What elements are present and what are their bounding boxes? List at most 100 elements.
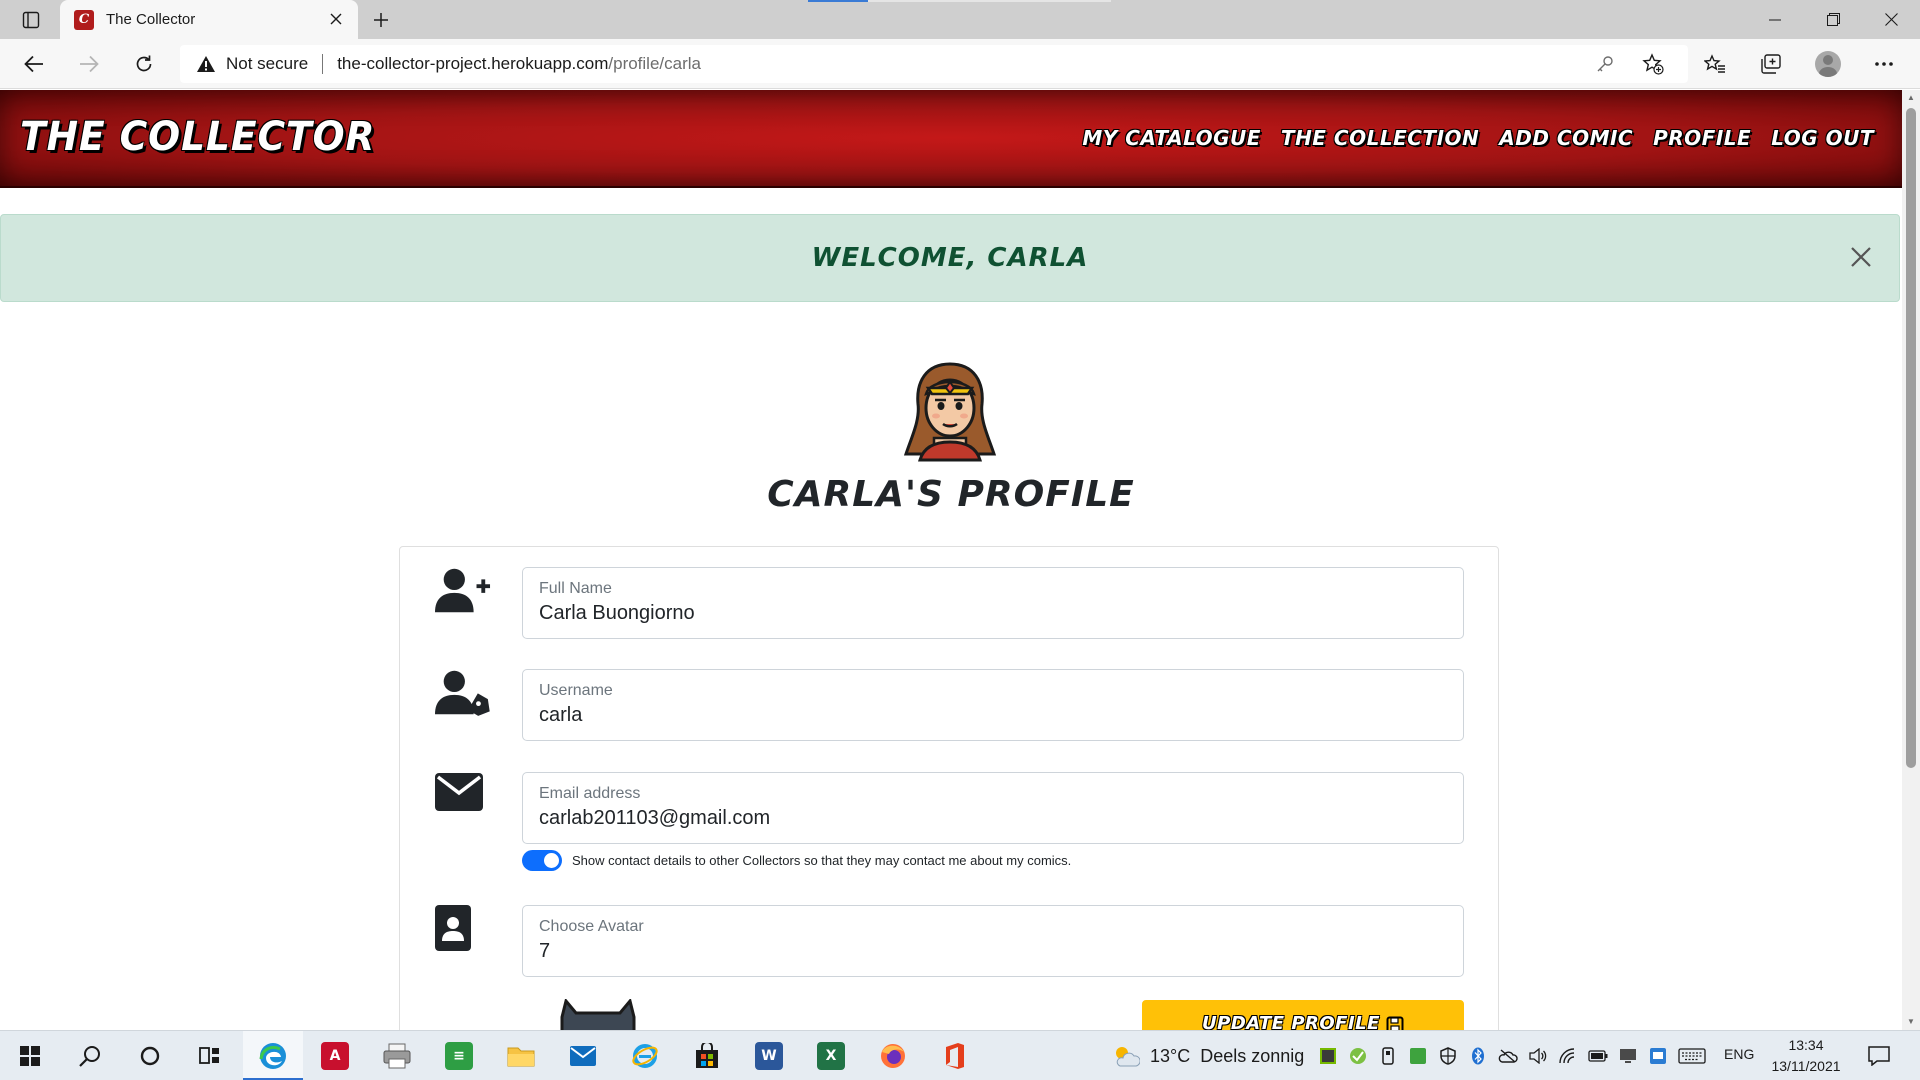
window-close-icon[interactable] [1862,0,1920,39]
wifi-icon[interactable] [1558,1046,1578,1066]
security-check-icon[interactable] [1348,1046,1368,1066]
scroll-up-icon[interactable]: ▲ [1906,92,1916,102]
nav-add-comic[interactable]: ADD COMIC [1499,126,1633,150]
settings-more-icon[interactable] [1868,49,1900,79]
partly-sunny-icon [1116,1047,1140,1067]
site-header: THE COLLECTOR MY CATALOGUE THE COLLECTIO… [0,90,1902,188]
office-icon[interactable] [925,1031,985,1080]
firefox-icon[interactable] [863,1031,923,1080]
save-icon [1386,1016,1404,1030]
main-nav: MY CATALOGUE THE COLLECTION ADD COMIC PR… [1082,126,1874,150]
file-explorer-icon[interactable] [491,1031,551,1080]
security-indicator[interactable]: Not secure [196,54,308,74]
profile-avatar-icon[interactable] [1812,49,1844,79]
password-key-icon[interactable] [1590,49,1620,79]
battery-icon[interactable] [1588,1046,1608,1066]
weather-widget[interactable]: 13°C Deels zonnig [1112,1031,1304,1080]
weather-temperature: 13°C [1150,1045,1191,1066]
defender-shield-icon[interactable] [1438,1046,1458,1066]
full-name-label: Full Name [539,580,612,597]
excel-icon[interactable]: X [801,1031,861,1080]
back-icon[interactable] [18,49,50,79]
collections-icon[interactable] [1755,49,1787,79]
word-icon[interactable]: W [739,1031,799,1080]
show-contact-switch[interactable] [522,850,562,871]
profile-form-card: Full Name Carla Buongiorno Username carl… [399,546,1499,1030]
acrobat-icon[interactable]: A [305,1031,365,1080]
refresh-icon[interactable] [128,49,160,79]
url-host: the-collector-project.herokuapp.com [337,54,609,73]
avatar-preview-image [560,999,636,1030]
update-profile-button[interactable]: UPDATE PROFILE [1142,1000,1464,1030]
system-clock[interactable]: 13:34 13/11/2021 [1768,1035,1844,1077]
forward-icon[interactable] [73,49,105,79]
windows-taskbar: A ≡ W X 13°C Deels zonnig ENG 13:34 13/1… [0,1030,1920,1080]
search-icon[interactable] [60,1031,120,1080]
store-icon[interactable] [677,1031,737,1080]
scroll-down-icon[interactable]: ▼ [1906,1016,1916,1026]
page-scrollbar[interactable]: ▲ ▼ [1902,90,1920,1030]
address-bar[interactable]: Not secure the-collector-project.herokua… [180,45,1688,83]
url-text[interactable]: the-collector-project.herokuapp.com/prof… [337,54,701,74]
tab-actions-icon[interactable] [14,8,48,32]
nav-profile[interactable]: PROFILE [1653,126,1751,150]
loading-track [868,0,1111,2]
welcome-alert: WELCOME, CARLA [0,214,1900,302]
welcome-message: WELCOME, CARLA [811,243,1089,273]
system-tray [1318,1031,1706,1080]
internet-explorer-icon[interactable] [615,1031,675,1080]
url-path: /profile/carla [608,54,701,73]
address-divider [322,54,324,74]
browser-tab[interactable]: C The Collector [60,0,358,39]
full-name-field[interactable]: Full Name Carla Buongiorno [522,567,1464,639]
scroll-thumb[interactable] [1906,108,1916,768]
tab-title: The Collector [106,11,196,28]
choose-avatar-label: Choose Avatar [539,918,644,935]
app-tray-icon[interactable] [1408,1046,1428,1066]
username-field[interactable]: Username carla [522,669,1464,741]
alert-close-icon[interactable] [1843,239,1879,275]
nav-log-out[interactable]: LOG OUT [1771,126,1874,150]
minimize-icon[interactable] [1746,0,1804,39]
keyboard-icon[interactable] [1678,1046,1706,1066]
input-language[interactable]: ENG [1724,1046,1754,1062]
profile-title: CARLA'S PROFILE [767,474,1135,515]
profile-avatar-image [903,362,997,462]
clock-date: 13/11/2021 [1771,1058,1841,1074]
task-view-icon[interactable] [180,1031,240,1080]
edge-icon[interactable] [243,1031,303,1080]
site-brand[interactable]: THE COLLECTOR [20,114,375,160]
nvidia-icon[interactable] [1318,1046,1338,1066]
user-plus-icon [435,567,491,623]
new-tab-icon[interactable] [368,8,394,32]
tab-close-icon[interactable] [326,9,346,29]
not-secure-label: Not secure [226,54,309,73]
envelope-icon [435,773,491,829]
collector-favicon-icon: C [74,9,94,30]
browser-toolbar: Not secure the-collector-project.herokua… [0,39,1920,89]
start-icon[interactable] [0,1031,60,1080]
notification-center-icon[interactable] [1866,1043,1892,1069]
email-field[interactable]: Email address carlab201103@gmail.com [522,772,1464,844]
nav-my-catalogue[interactable]: MY CATALOGUE [1082,126,1261,150]
browser-tab-strip: C The Collector [0,0,1920,39]
contact-card-icon [435,905,491,961]
notes-icon[interactable]: ≡ [429,1031,489,1080]
cortana-icon[interactable] [120,1031,180,1080]
onedrive-icon[interactable] [1498,1046,1518,1066]
display-icon[interactable] [1618,1046,1638,1066]
choose-avatar-select[interactable]: Choose Avatar 7 [522,905,1464,977]
restore-icon[interactable] [1804,0,1862,39]
network-app-icon[interactable] [1648,1046,1668,1066]
usb-device-icon[interactable] [1378,1046,1398,1066]
bluetooth-icon[interactable] [1468,1046,1488,1066]
add-favorite-icon[interactable] [1638,49,1668,79]
username-label: Username [539,682,613,699]
volume-icon[interactable] [1528,1046,1548,1066]
mail-icon[interactable] [553,1031,613,1080]
favorites-icon[interactable] [1699,49,1731,79]
clock-time: 13:34 [1788,1037,1824,1053]
printer-icon[interactable] [367,1031,427,1080]
nav-the-collection[interactable]: THE COLLECTION [1281,126,1479,150]
username-value: carla [539,704,583,726]
